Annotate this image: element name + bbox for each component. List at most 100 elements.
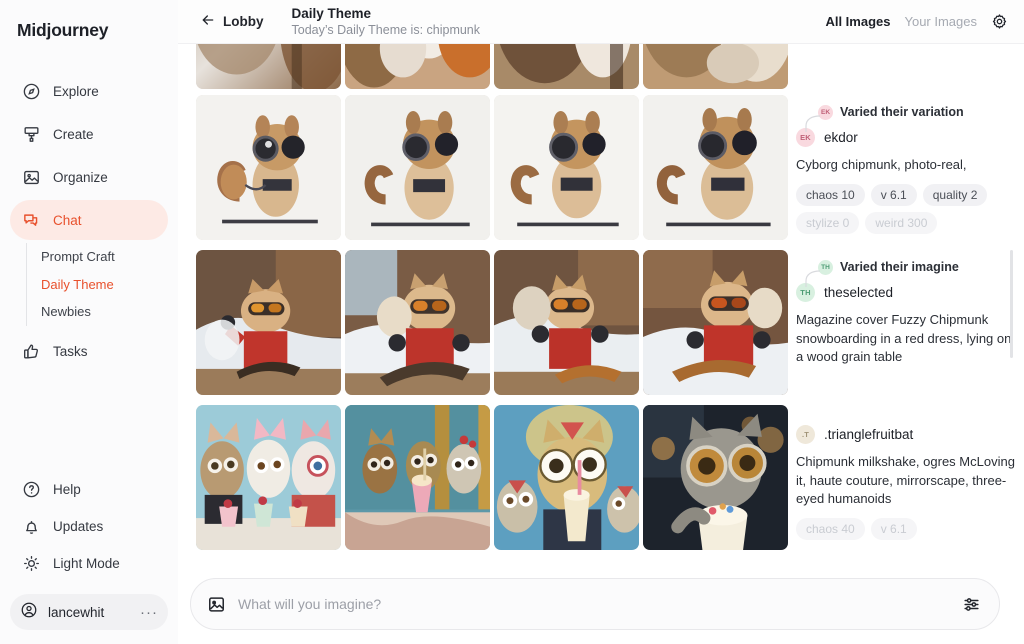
bell-icon [21, 516, 41, 536]
page-title-block: Daily Theme Today’s Daily Theme is: chip… [292, 6, 481, 37]
image-grid [196, 44, 788, 89]
sidebar-item-chat[interactable]: Chat [10, 200, 168, 240]
generated-image[interactable] [196, 44, 341, 89]
avatar: .T [796, 425, 815, 444]
feed-row: .T .trianglefruitbat Chipmunk milkshake,… [178, 405, 1024, 550]
varied-notice: TH Varied their imagine [818, 258, 1020, 276]
back-label: Lobby [223, 14, 264, 29]
sidebar-subitem-daily-theme[interactable]: Daily Theme [41, 271, 178, 299]
generated-image[interactable] [643, 95, 788, 240]
generated-image[interactable] [345, 250, 490, 395]
sidebar-item-help[interactable]: Help [10, 471, 168, 507]
sidebar: Midjourney Explore Create Organize Chat … [0, 0, 178, 644]
prompt-text: Magazine cover Fuzzy Chipmunk snowboardi… [796, 312, 1012, 365]
sidebar-item-explore[interactable]: Explore [10, 71, 168, 111]
brush-icon [21, 124, 41, 144]
user-circle-icon [20, 601, 38, 624]
gear-icon[interactable] [991, 13, 1008, 30]
param-tag[interactable]: weird 300 [865, 211, 938, 234]
author-name: .trianglefruitbat [824, 427, 914, 442]
thread-connector-icon [805, 115, 821, 132]
generated-image[interactable] [196, 250, 341, 395]
midjourney-app: Midjourney Explore Create Organize Chat … [0, 0, 1024, 644]
author-line: EK ekdor [796, 115, 1020, 147]
back-to-lobby-button[interactable]: Lobby [200, 12, 264, 31]
generated-image[interactable] [196, 95, 341, 240]
generated-image[interactable] [643, 44, 788, 89]
sidebar-item-label: Light Mode [53, 555, 120, 571]
sidebar-item-label: Help [53, 481, 81, 497]
param-tag[interactable]: chaos 10 [796, 183, 865, 206]
feed-scrollbar[interactable] [1010, 250, 1013, 358]
sidebar-item-label: Organize [53, 169, 108, 185]
generated-image[interactable] [345, 405, 490, 550]
sidebar-secondary-nav: Help Updates Light Mode [0, 470, 178, 590]
sidebar-subnav: Prompt Craft Daily Theme Newbies [26, 243, 178, 326]
user-menu-icon[interactable]: ··· [140, 605, 158, 620]
sidebar-item-organize[interactable]: Organize [10, 157, 168, 197]
tab-your-images[interactable]: Your Images [904, 14, 977, 29]
tab-all-images[interactable]: All Images [825, 14, 890, 29]
sidebar-item-label: Explore [53, 83, 99, 99]
varied-notice: EK Varied their variation [818, 103, 1020, 121]
message-meta: TH Varied their imagine TH theselected M… [788, 250, 1024, 367]
generated-image[interactable] [494, 44, 639, 89]
image-icon[interactable] [207, 595, 226, 614]
message-meta: .T .trianglefruitbat Chipmunk milkshake,… [788, 405, 1024, 541]
varied-label: Varied their imagine [840, 260, 959, 274]
feed-row: EK Varied their variation EK ekdor Cybor… [178, 95, 1024, 240]
sidebar-item-label: Chat [53, 212, 82, 228]
prompt-text: Cyborg chipmunk, photo-real, [796, 157, 967, 172]
sidebar-item-create[interactable]: Create [10, 114, 168, 154]
generated-image[interactable] [494, 405, 639, 550]
feed-rows: EK Varied their variation EK ekdor Cybor… [178, 44, 1024, 550]
image-feed-scroll[interactable]: EK Varied their variation EK ekdor Cybor… [178, 44, 1024, 644]
author-name: theselected [824, 285, 894, 300]
page-subtitle: Today’s Daily Theme is: chipmunk [291, 22, 481, 37]
generated-image[interactable] [494, 95, 639, 240]
varied-label: Varied their variation [840, 105, 964, 119]
sidebar-item-tasks[interactable]: Tasks [10, 332, 168, 372]
param-tag[interactable]: stylize 0 [796, 211, 860, 234]
generated-image[interactable] [345, 44, 490, 89]
generated-image[interactable] [196, 405, 341, 550]
sidebar-subitem-prompt-craft[interactable]: Prompt Craft [41, 243, 178, 271]
generated-image[interactable] [494, 250, 639, 395]
prompt-input-placeholder[interactable]: What will you imagine? [238, 596, 950, 612]
header-actions: All Images Your Images [825, 13, 1008, 30]
sun-icon [21, 553, 41, 573]
parameter-tags: chaos 40 v 6.1 [796, 518, 1020, 541]
param-tag[interactable]: v 6.1 [870, 518, 917, 541]
param-tag[interactable]: chaos 40 [796, 518, 865, 541]
param-tag[interactable]: quality 2 [922, 183, 988, 206]
user-profile-button[interactable]: lancewhit ··· [10, 594, 168, 630]
generated-image[interactable] [643, 405, 788, 550]
sidebar-item-label: Updates [53, 518, 104, 534]
sliders-icon[interactable] [962, 595, 981, 614]
image-grid [196, 250, 788, 395]
feed-row [178, 44, 1024, 89]
sidebar-subitem-newbies[interactable]: Newbies [41, 298, 178, 326]
sidebar-item-light-mode[interactable]: Light Mode [10, 545, 168, 581]
sidebar-item-updates[interactable]: Updates [10, 508, 168, 544]
main-panel: Lobby Daily Theme Today’s Daily Theme is… [178, 0, 1024, 644]
message-meta: EK Varied their variation EK ekdor Cybor… [788, 95, 1024, 234]
generated-image[interactable] [643, 250, 788, 395]
username-label: lancewhit [48, 604, 105, 620]
image-grid [196, 405, 788, 550]
sidebar-item-label: Tasks [53, 344, 88, 360]
param-tag[interactable]: v 6.1 [870, 183, 917, 206]
author-line: .T .trianglefruitbat [796, 425, 1020, 444]
chat-bubbles-icon [21, 210, 41, 230]
sidebar-primary-nav: Explore Create Organize Chat Prompt Craf… [0, 68, 178, 375]
thread-connector-icon [805, 270, 821, 287]
question-circle-icon [21, 479, 41, 499]
sidebar-item-label: Create [53, 126, 94, 142]
page-title: Daily Theme [291, 6, 372, 22]
generated-image[interactable] [345, 95, 490, 240]
image-icon [21, 167, 41, 187]
prompt-input-bar[interactable]: What will you imagine? [190, 578, 1000, 630]
parameter-tags: chaos 10 v 6.1 quality 2 stylize 0 weird… [796, 183, 1020, 234]
author-name: ekdor [824, 130, 858, 145]
